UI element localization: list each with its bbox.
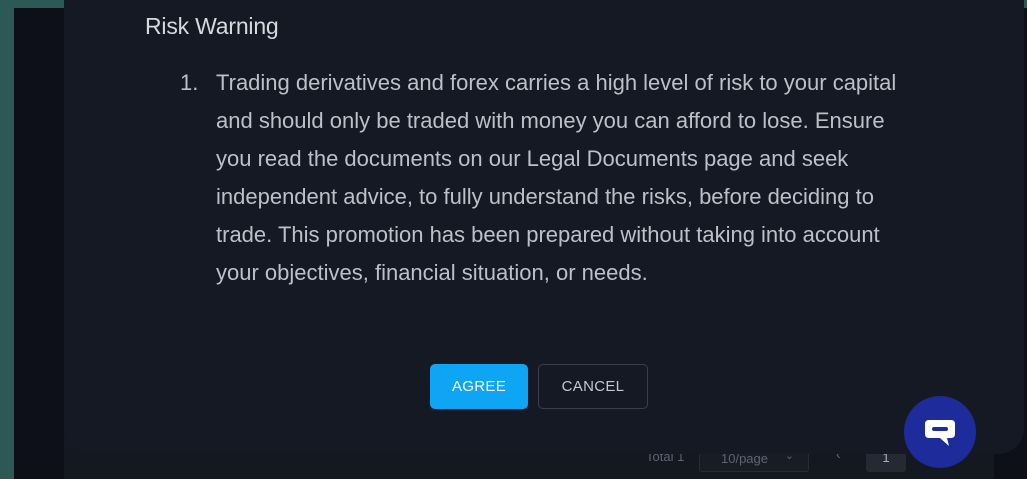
dialog-title: Risk Warning [145, 13, 279, 39]
agree-button[interactable]: AGREE [430, 364, 528, 409]
list-item: 1. Trading derivatives and forex carries… [180, 64, 920, 292]
list-item-text: Trading derivatives and forex carries a … [216, 70, 897, 285]
cancel-button[interactable]: CANCEL [538, 364, 648, 409]
list-item-number: 1. [180, 70, 199, 95]
warning-list: 1. Trading derivatives and forex carries… [180, 64, 920, 292]
chat-bubble-icon [925, 420, 955, 446]
chat-button[interactable] [904, 396, 976, 468]
